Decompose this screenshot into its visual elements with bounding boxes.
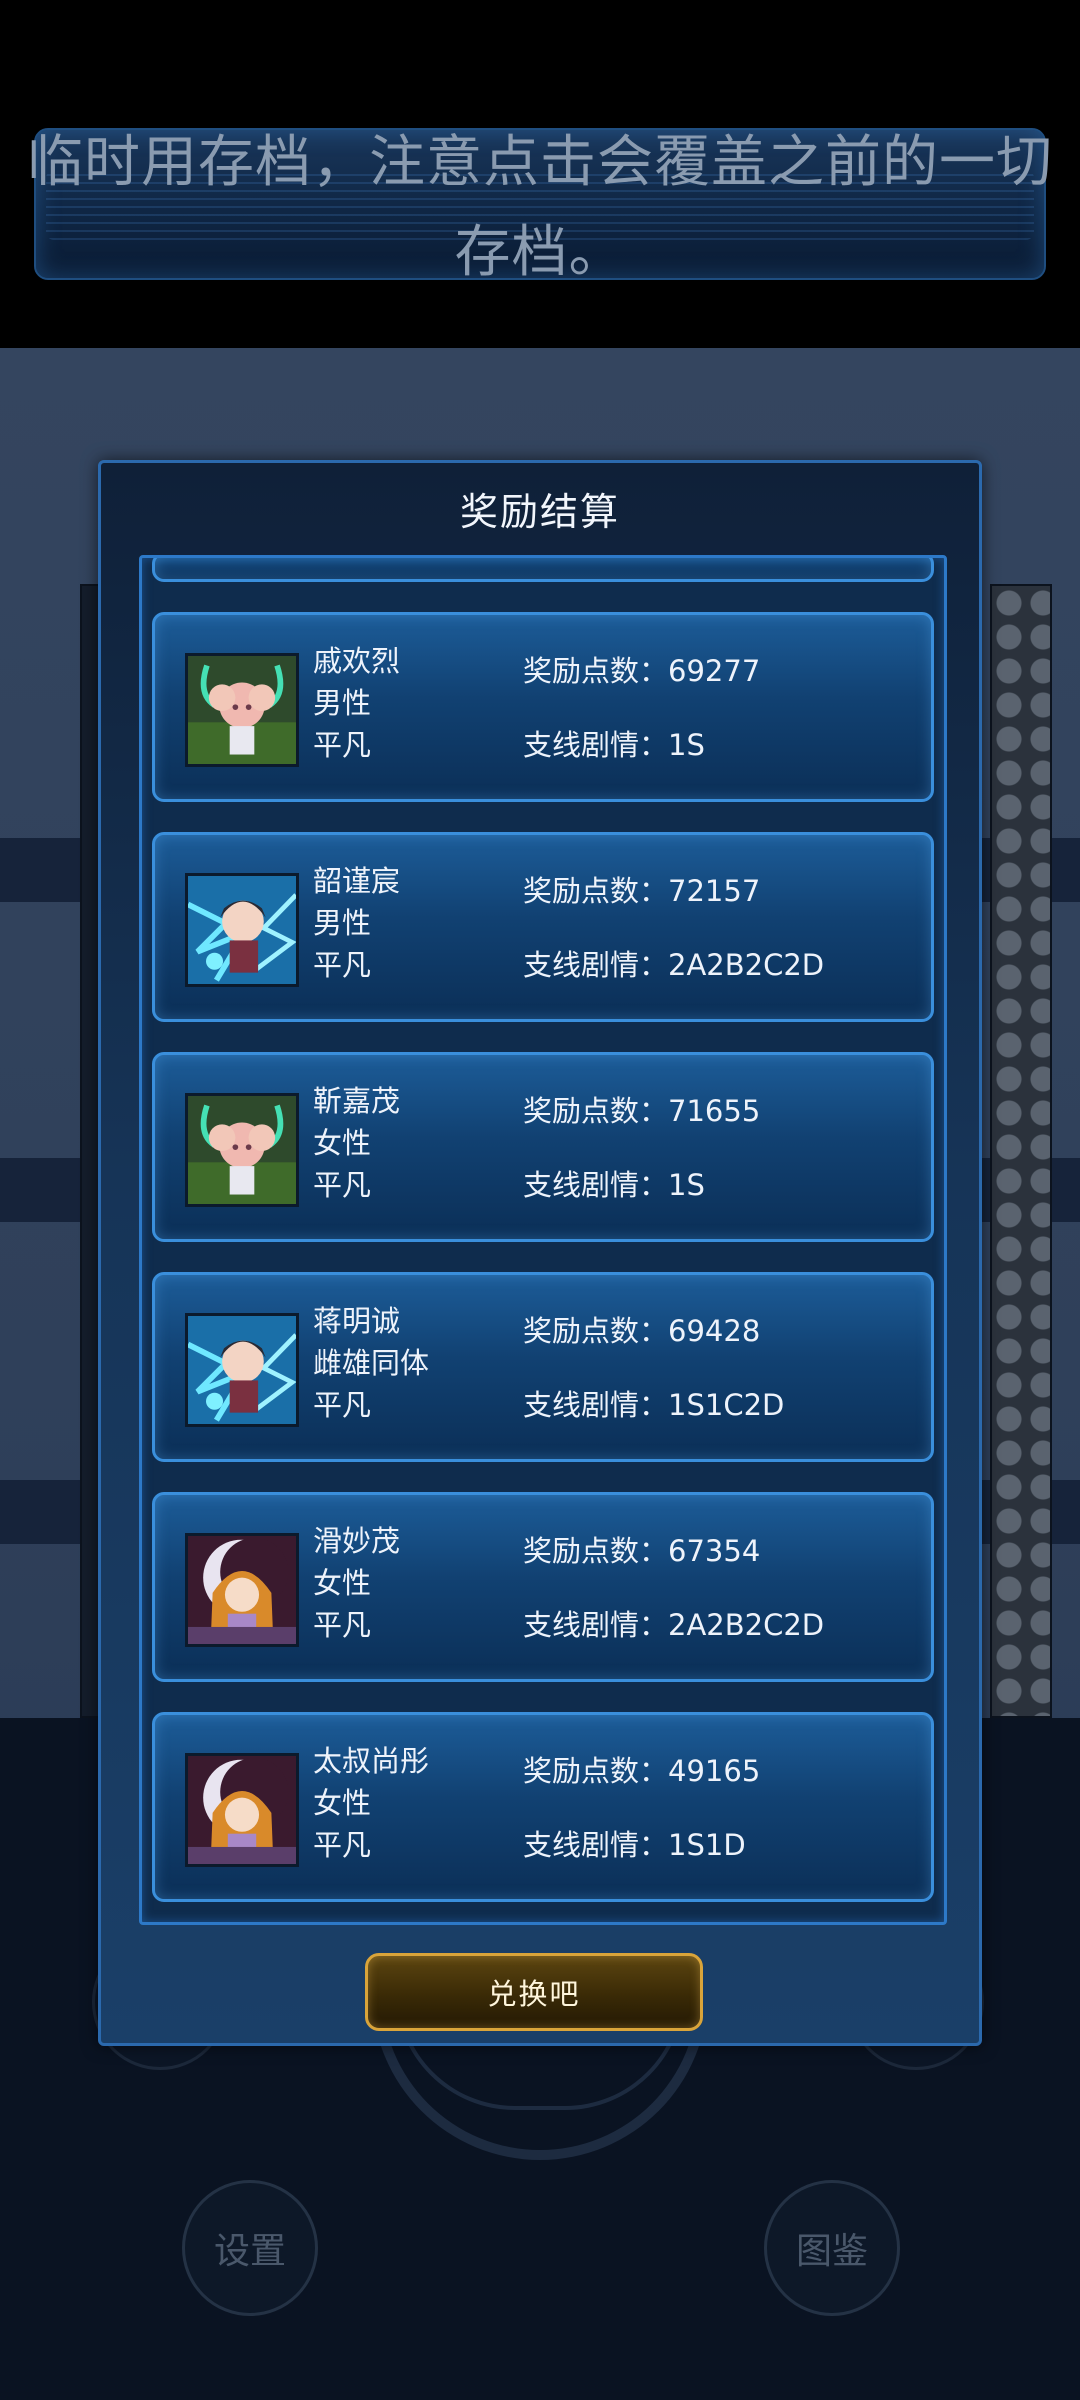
character-gender: 雌雄同体 bbox=[313, 1346, 430, 1380]
reward-list[interactable]: 戚欢烈 男性 平凡 奖励点数：69277 支线剧情：1S 韶谨宸 男性 平凡 奖… bbox=[139, 555, 947, 1925]
reward-points: 奖励点数：71655 bbox=[523, 1091, 760, 1131]
points-value: 72157 bbox=[668, 874, 761, 908]
branch-story: 支线剧情：1S bbox=[523, 1165, 705, 1205]
branch-story: 支线剧情：1S1C2D bbox=[523, 1385, 784, 1425]
character-gender: 女性 bbox=[313, 1566, 372, 1600]
character-gender: 男性 bbox=[313, 686, 372, 720]
notice-text: 临时用存档，注意点击会覆盖之前的一切存档。 bbox=[27, 130, 1053, 285]
points-value: 49165 bbox=[668, 1754, 761, 1788]
notice-area: 临时用存档，注意点击会覆盖之前的一切存档。 bbox=[0, 0, 1080, 348]
branch-label: 支线剧情： bbox=[523, 1388, 669, 1422]
pink-hair-horned-girl-portrait-icon bbox=[185, 653, 299, 767]
reward-card[interactable]: 滑妙茂 女性 平凡 奖励点数：67354 支线剧情：2A2B2C2D bbox=[152, 1492, 934, 1682]
points-value: 69277 bbox=[668, 654, 761, 688]
background-panel-right bbox=[990, 584, 1052, 1718]
dark-hair-swordsman-portrait-icon bbox=[185, 873, 299, 987]
points-label: 奖励点数： bbox=[523, 1754, 669, 1788]
points-label: 奖励点数： bbox=[523, 1314, 669, 1348]
reward-points: 奖励点数：72157 bbox=[523, 871, 760, 911]
redeem-button[interactable]: 兑换吧 bbox=[365, 1953, 703, 2031]
branch-story: 支线剧情：2A2B2C2D bbox=[523, 945, 824, 985]
reward-points: 奖励点数：67354 bbox=[523, 1531, 760, 1571]
branch-value: 1S1C2D bbox=[668, 1388, 785, 1422]
points-label: 奖励点数： bbox=[523, 874, 669, 908]
branch-label: 支线剧情： bbox=[523, 728, 669, 762]
moon-princess-portrait-icon bbox=[185, 1533, 299, 1647]
character-rank: 平凡 bbox=[313, 1828, 372, 1862]
branch-label: 支线剧情： bbox=[523, 1608, 669, 1642]
reward-settlement-dialog: 奖励结算 戚欢烈 男性 平凡 奖励点数：69277 支线剧情：1S 韶谨宸 男性… bbox=[98, 460, 982, 2046]
branch-story: 支线剧情：1S bbox=[523, 725, 705, 765]
dark-hair-swordsman-portrait-icon bbox=[185, 1313, 299, 1427]
moon-princess-portrait-icon bbox=[185, 1753, 299, 1867]
branch-value: 1S1D bbox=[668, 1828, 746, 1862]
branch-value: 1S bbox=[668, 1168, 705, 1202]
character-gender: 女性 bbox=[313, 1786, 372, 1820]
character-rank: 平凡 bbox=[313, 728, 372, 762]
character-name: 蒋明诚 bbox=[313, 1304, 401, 1338]
reward-points: 奖励点数：69277 bbox=[523, 651, 760, 691]
points-value: 67354 bbox=[668, 1534, 761, 1568]
branch-value: 1S bbox=[668, 728, 705, 762]
character-rank: 平凡 bbox=[313, 1168, 372, 1202]
character-name: 戚欢烈 bbox=[313, 644, 401, 678]
character-rank: 平凡 bbox=[313, 1608, 372, 1642]
character-rank: 平凡 bbox=[313, 948, 372, 982]
reward-card[interactable]: 戚欢烈 男性 平凡 奖励点数：69277 支线剧情：1S bbox=[152, 612, 934, 802]
character-name: 太叔尚彤 bbox=[313, 1744, 430, 1778]
reward-card[interactable]: 蒋明诚 雌雄同体 平凡 奖励点数：69428 支线剧情：1S1C2D bbox=[152, 1272, 934, 1462]
reward-points: 奖励点数：49165 bbox=[523, 1751, 760, 1791]
gallery-button[interactable]: 图鉴 bbox=[764, 2180, 900, 2316]
reward-card[interactable]: 韶谨宸 男性 平凡 奖励点数：72157 支线剧情：2A2B2C2D bbox=[152, 832, 934, 1022]
points-value: 71655 bbox=[668, 1094, 761, 1128]
points-value: 69428 bbox=[668, 1314, 761, 1348]
branch-label: 支线剧情： bbox=[523, 948, 669, 982]
branch-story: 支线剧情：2A2B2C2D bbox=[523, 1605, 824, 1645]
pink-hair-horned-girl-portrait-icon bbox=[185, 1093, 299, 1207]
character-name: 韶谨宸 bbox=[313, 864, 401, 898]
branch-value: 2A2B2C2D bbox=[668, 1608, 825, 1642]
reward-card-partial bbox=[152, 558, 934, 582]
reward-card[interactable]: 太叔尚彤 女性 平凡 奖励点数：49165 支线剧情：1S1D bbox=[152, 1712, 934, 1902]
branch-label: 支线剧情： bbox=[523, 1168, 669, 1202]
character-rank: 平凡 bbox=[313, 1388, 372, 1422]
points-label: 奖励点数： bbox=[523, 1534, 669, 1568]
settings-button[interactable]: 设置 bbox=[182, 2180, 318, 2316]
points-label: 奖励点数： bbox=[523, 654, 669, 688]
character-gender: 女性 bbox=[313, 1126, 372, 1160]
character-name: 靳嘉茂 bbox=[313, 1084, 401, 1118]
points-label: 奖励点数： bbox=[523, 1094, 669, 1128]
branch-value: 2A2B2C2D bbox=[668, 948, 825, 982]
character-name: 滑妙茂 bbox=[313, 1524, 401, 1558]
reward-points: 奖励点数：69428 bbox=[523, 1311, 760, 1351]
branch-story: 支线剧情：1S1D bbox=[523, 1825, 746, 1865]
reward-card[interactable]: 靳嘉茂 女性 平凡 奖励点数：71655 支线剧情：1S bbox=[152, 1052, 934, 1242]
dialog-title: 奖励结算 bbox=[459, 490, 620, 534]
branch-label: 支线剧情： bbox=[523, 1828, 669, 1862]
character-gender: 男性 bbox=[313, 906, 372, 940]
